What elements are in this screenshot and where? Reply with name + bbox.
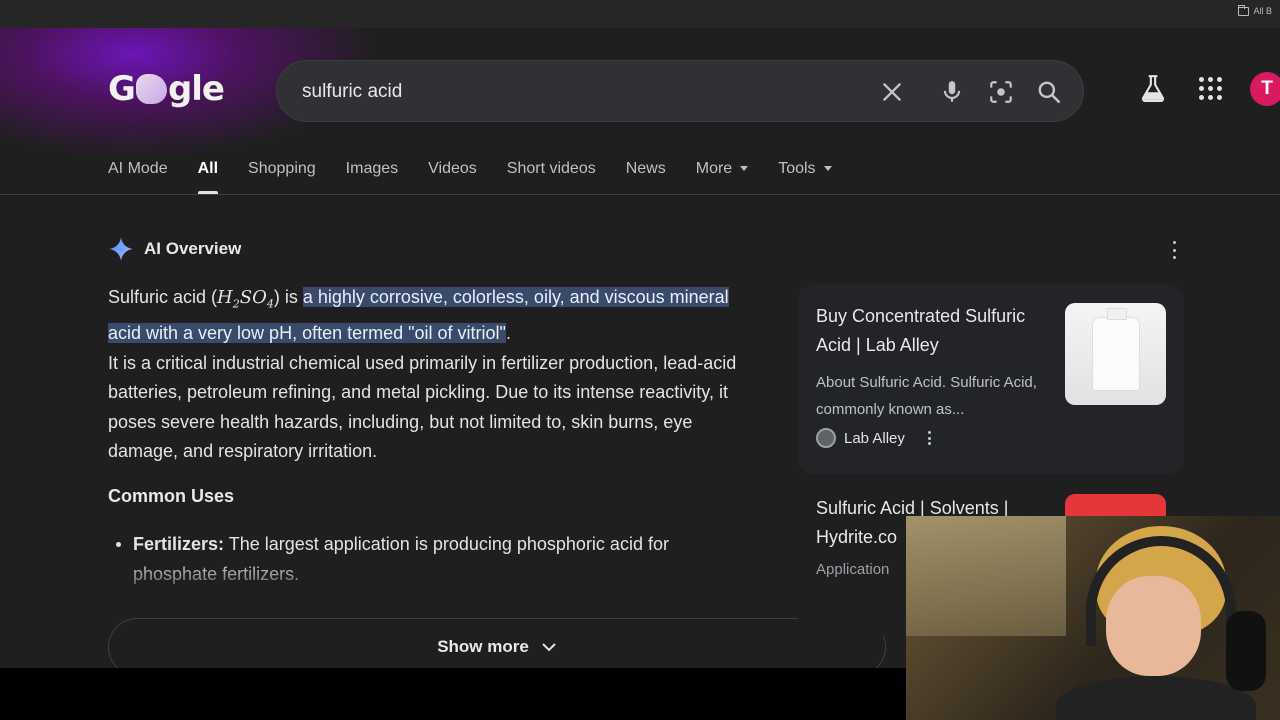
overview-paragraph: It is a critical industrial chemical use… — [108, 352, 737, 462]
source-title[interactable]: Buy Concentrated Sulfuric Acid | Lab All… — [816, 302, 1056, 360]
tab-tools[interactable]: Tools — [778, 158, 832, 194]
logo-letter-g: G — [108, 69, 136, 109]
bookmarks-label: All B — [1253, 6, 1272, 16]
ai-overview-title: AI Overview — [144, 239, 242, 258]
webcam-person-shirt — [1056, 676, 1256, 720]
folder-icon — [1238, 4, 1250, 16]
google-doodle-logo[interactable]: G gle — [108, 68, 225, 110]
doodle-icon — [135, 74, 167, 104]
logo-letters-gle: gle — [167, 69, 225, 109]
tab-all[interactable]: All — [197, 158, 219, 194]
tab-shopping[interactable]: Shopping — [248, 158, 316, 194]
account-avatar[interactable]: T — [1250, 72, 1280, 106]
ai-overview-header: AI Overview — [108, 236, 241, 262]
browser-top-strip: All B — [0, 0, 1280, 28]
webcam-overlay — [906, 516, 1280, 720]
bullet-label: Fertilizers: — [133, 534, 225, 554]
intro-mid: ) is — [273, 287, 303, 307]
bookmarks-bar[interactable]: All B — [1238, 4, 1272, 16]
search-box[interactable]: sulfuric acid — [276, 60, 1084, 122]
common-uses-heading: Common Uses — [108, 486, 235, 506]
source-card-lab-alley[interactable]: Buy Concentrated Sulfuric Acid | Lab All… — [798, 284, 1184, 474]
intro-end: . — [505, 323, 511, 344]
google-apps-icon[interactable] — [1198, 76, 1222, 100]
intro-prefix: Sulfuric acid ( — [108, 287, 218, 307]
source-menu-icon[interactable] — [927, 431, 933, 445]
tab-more[interactable]: More — [696, 158, 749, 194]
source-thumbnail[interactable] — [1065, 303, 1166, 405]
microphone-icon[interactable] — [938, 78, 966, 106]
ai-overview-menu-icon[interactable] — [1170, 241, 1178, 259]
bullet-dot — [116, 542, 121, 547]
tab-ai-mode[interactable]: AI Mode — [108, 158, 168, 194]
lens-camera-icon[interactable] — [987, 78, 1015, 106]
microphone-prop — [1226, 611, 1266, 691]
search-input[interactable]: sulfuric acid — [302, 81, 402, 103]
search-icon[interactable] — [1035, 78, 1063, 106]
show-more-label: Show more — [437, 637, 529, 656]
tabs-divider — [0, 194, 1280, 195]
source-snippet: About Sulfuric Acid. Sulfuric Acid, comm… — [816, 374, 1037, 418]
tab-videos[interactable]: Videos — [428, 158, 477, 194]
bottle-image — [1091, 308, 1140, 391]
tab-news[interactable]: News — [626, 158, 666, 194]
gemini-sparkle-icon — [109, 237, 133, 261]
tab-images[interactable]: Images — [346, 158, 398, 194]
content-fade — [100, 558, 780, 598]
caret-down-icon — [823, 166, 832, 172]
tab-short-videos[interactable]: Short videos — [507, 158, 596, 194]
show-more-button[interactable]: Show more — [108, 618, 886, 668]
ai-overview-text: Sulfuric acid (H2SO4) is a highly corros… — [108, 283, 748, 467]
webcam-background — [906, 516, 1066, 636]
site-favicon-icon — [816, 428, 836, 448]
chemical-formula: H2SO4 — [217, 287, 274, 311]
labs-flask-icon[interactable] — [1140, 74, 1166, 102]
site-name: Lab Alley — [844, 429, 905, 447]
search-tabs: AI Mode All Shopping Images Videos Short… — [108, 158, 862, 194]
clear-icon[interactable] — [878, 78, 906, 106]
bottom-bar — [0, 668, 906, 720]
chevron-down-icon — [542, 643, 556, 652]
source-site[interactable]: Lab Alley — [816, 428, 933, 448]
caret-down-icon — [740, 166, 749, 172]
